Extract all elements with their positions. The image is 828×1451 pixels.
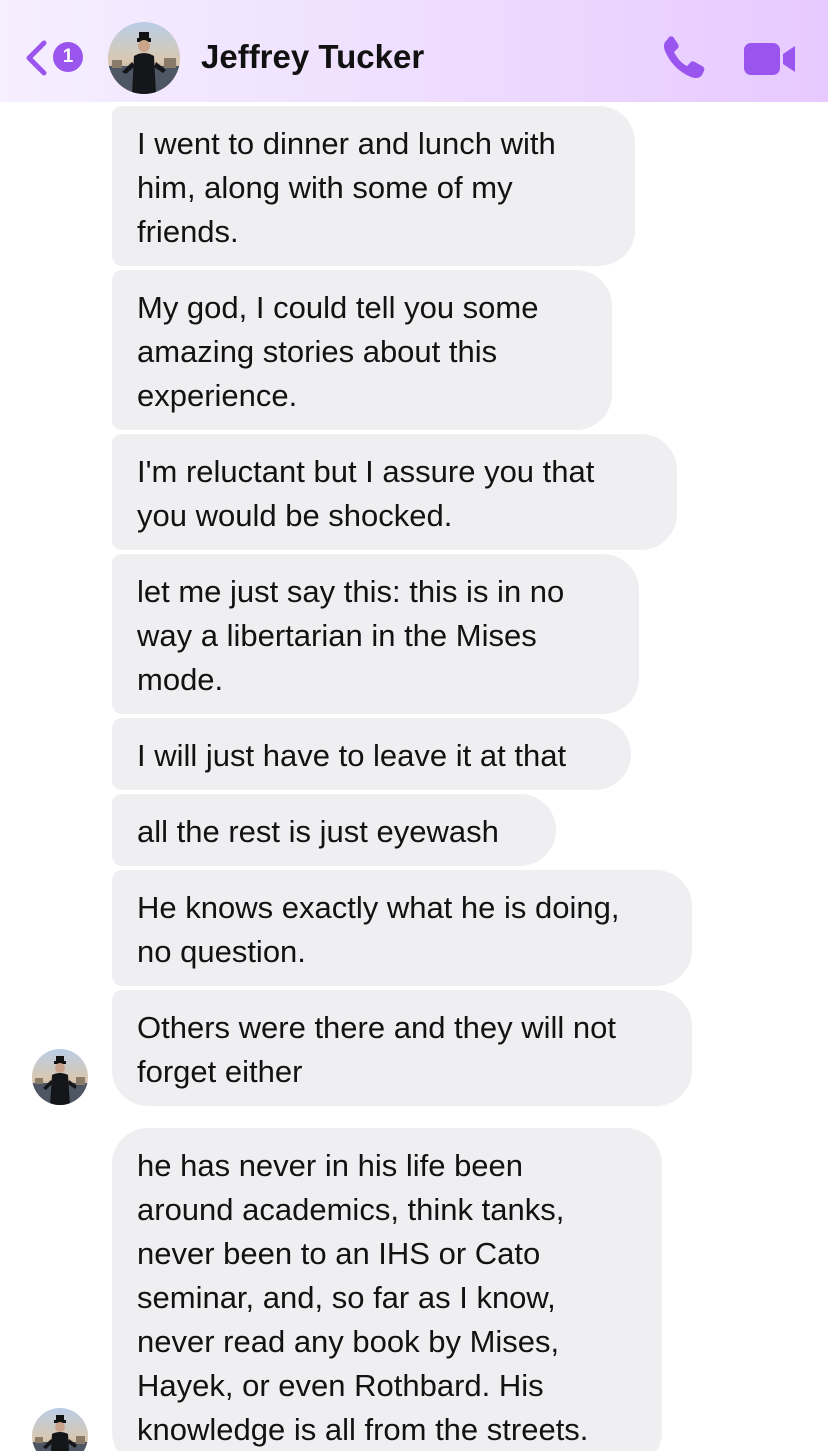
avatar-image [32, 1049, 88, 1105]
phone-icon[interactable] [660, 36, 708, 82]
avatar[interactable] [32, 1049, 88, 1105]
back-button[interactable]: 1 [22, 36, 86, 76]
chevron-left-icon [26, 40, 47, 76]
message-bubble[interactable]: let me just say this: this is in no way … [112, 554, 639, 714]
unread-badge: 1 [53, 42, 83, 72]
avatar[interactable] [108, 22, 180, 94]
message-bubble[interactable]: He knows exactly what he is doing, no qu… [112, 870, 692, 986]
message-bubble[interactable]: I went to dinner and lunch with him, alo… [112, 106, 635, 266]
message-bubble[interactable]: Others were there and they will not forg… [112, 990, 692, 1106]
message-bubble[interactable]: I'm reluctant but I assure you that you … [112, 434, 677, 550]
message-bubble[interactable]: all the rest is just eyewash [112, 794, 556, 866]
avatar-image [32, 1408, 88, 1451]
message-bubble[interactable]: I will just have to leave it at that [112, 718, 631, 790]
avatar-image [108, 22, 180, 94]
message-bubble[interactable]: My god, I could tell you some amazing st… [112, 270, 612, 430]
conversation-header: 1 Jeffrey Tucker [0, 0, 828, 102]
message-bubble[interactable]: he has never in his life been around aca… [112, 1128, 662, 1451]
avatar[interactable] [32, 1408, 88, 1451]
contact-name[interactable]: Jeffrey Tucker [201, 38, 424, 76]
message-list[interactable]: I went to dinner and lunch with him, alo… [0, 102, 828, 1451]
video-camera-icon[interactable] [742, 40, 798, 78]
